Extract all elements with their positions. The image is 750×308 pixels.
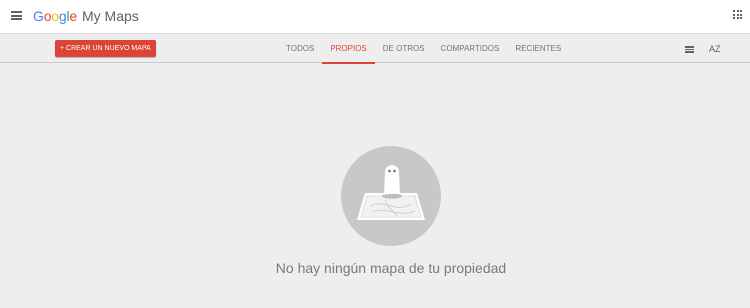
google-logo-letter: o <box>51 8 59 24</box>
tab-de-otros[interactable]: DE OTROS <box>375 34 433 63</box>
hamburger-menu-icon[interactable] <box>11 11 22 20</box>
tab-propios[interactable]: PROPIOS <box>322 34 376 64</box>
app-brand[interactable]: Google My Maps <box>33 7 139 25</box>
apps-grid-icon[interactable] <box>733 10 742 19</box>
list-view-icon[interactable] <box>685 46 694 54</box>
product-name: My Maps <box>82 8 139 24</box>
top-app-bar: Google My Maps <box>0 0 750 33</box>
tab-todos[interactable]: TODOS <box>278 34 322 63</box>
google-logo-letter: G <box>33 8 44 24</box>
google-logo: Google <box>33 8 77 24</box>
create-new-map-button[interactable]: + CREAR UN NUEVO MAPA <box>55 40 156 57</box>
ghost-on-map-icon <box>341 146 441 246</box>
sort-az-icon[interactable]: AZ <box>709 44 721 54</box>
empty-state-message: No hay ningún mapa de tu propiedad <box>275 260 507 276</box>
maps-toolbar: + CREAR UN NUEVO MAPA TODOS PROPIOS DE O… <box>0 33 750 64</box>
google-logo-letter: e <box>69 8 77 24</box>
tab-recientes[interactable]: RECIENTES <box>507 34 569 63</box>
filter-tabs: TODOS PROPIOS DE OTROS COMPARTIDOS RECIE… <box>278 34 569 64</box>
tab-compartidos[interactable]: COMPARTIDOS <box>433 34 508 63</box>
